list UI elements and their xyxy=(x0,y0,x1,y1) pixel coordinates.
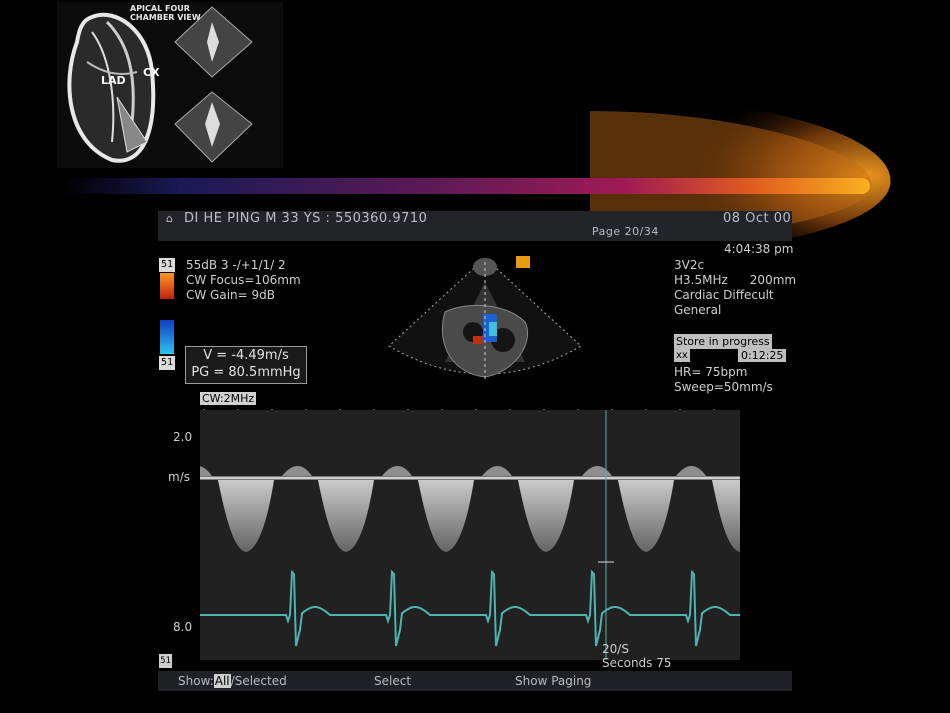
exam-date: 08 Oct 00 xyxy=(723,211,792,226)
store-status-row: xx 0:12:25 xyxy=(674,349,790,362)
show-selected-option[interactable]: /Selected xyxy=(231,674,287,688)
store-timer: 0:12:25 xyxy=(738,349,787,362)
physio-settings: HR= 75bpm Sweep=50mm/s xyxy=(674,365,773,395)
image-depth: 200mm xyxy=(749,273,797,287)
sweep-speed: Sweep=50mm/s xyxy=(674,380,773,394)
header-marker-icon: ⌂ xyxy=(166,212,174,225)
lad-label: LAD xyxy=(101,74,126,87)
probe-depth-line: H3.5MHz 200mm xyxy=(674,273,796,288)
corner-mode-icon: 51 xyxy=(159,654,172,668)
page-indicator: Page 20/34 xyxy=(592,225,659,238)
seconds-counter: Seconds 75 xyxy=(602,656,672,670)
frame-rate: 20/S xyxy=(602,642,629,656)
2d-sector-image xyxy=(388,257,582,380)
preset-name: Cardiac Diffecult xyxy=(674,288,774,302)
select-button[interactable]: Select xyxy=(374,674,411,688)
probe-settings: 3V2c H3.5MHz 200mm Cardiac Diffecult Gene… xyxy=(674,258,796,318)
show-prefix: Show: xyxy=(178,674,214,688)
scale-unit-label: m/s xyxy=(168,470,190,484)
patient-header-bar: ⌂ DI HE PING M 33 YS : 550360.9710 08 Oc… xyxy=(158,211,792,241)
pressure-gradient-measurement: PG = 80.5mmHg xyxy=(191,365,301,380)
velocity-measurement: V = -4.49m/s xyxy=(203,348,289,363)
spectral-doppler-display xyxy=(200,410,740,660)
heart-rate: HR= 75bpm xyxy=(674,365,748,379)
show-paging-button[interactable]: Show Paging xyxy=(515,674,591,688)
store-progress-label: Store in progress xyxy=(674,334,772,349)
probe-frequency: H3.5MHz xyxy=(674,273,728,287)
application-mode: General xyxy=(674,303,722,317)
color-scale-chip: 51 xyxy=(159,356,175,370)
show-filter[interactable]: Show:All/Selected xyxy=(178,674,287,688)
show-all-option[interactable]: All xyxy=(213,674,231,688)
store-icon: xx xyxy=(674,349,690,362)
reference-view-title: APICAL FOUR CHAMBER VIEW xyxy=(130,4,201,22)
velocity-color-bar-negative xyxy=(160,320,174,354)
cx-label: CX xyxy=(143,66,160,79)
focus-line: CW Focus=106mm xyxy=(186,273,301,287)
scale-bottom-label: 8.0 xyxy=(173,620,193,634)
velocity-color-bar-positive xyxy=(160,273,174,299)
cw-gain-line: CW Gain= 9dB xyxy=(186,288,276,302)
bottom-menu-bar: Show:All/Selected Select Show Paging xyxy=(158,671,792,691)
scale-top-label: 2.0 xyxy=(173,430,193,444)
gain-line: 55dB 3 -/+1/1/ 2 xyxy=(186,258,286,272)
measurement-box: V = -4.49m/s PG = 80.5mmHg xyxy=(185,346,307,384)
grey-scale-chip: 51 xyxy=(159,258,175,272)
gain-settings: 55dB 3 -/+1/1/ 2 CW Focus=106mm CW Gain=… xyxy=(186,258,301,303)
probe-orientation-icon xyxy=(516,256,530,268)
patient-info: DI HE PING M 33 YS : 550360.9710 xyxy=(184,211,428,226)
probe-name: 3V2c xyxy=(674,258,705,272)
exam-time: 4:04:38 pm xyxy=(724,242,794,256)
